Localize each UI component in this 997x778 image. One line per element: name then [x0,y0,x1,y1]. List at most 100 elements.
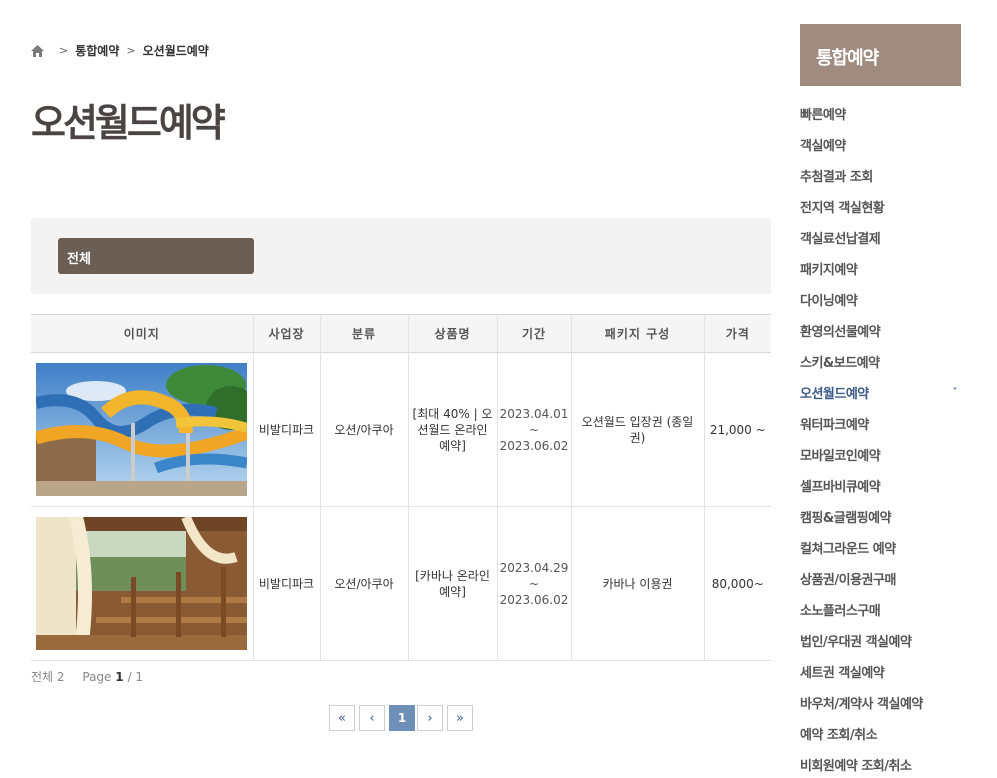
total-count: 2 [56,670,65,684]
page-label: Page [82,670,112,684]
sidebar-item-label: 전지역 객실현황 [800,201,885,216]
filter-area: 전체 [31,218,771,294]
sidebar-item[interactable]: 캠핑&글램핑예약 [800,501,961,532]
sidebar-item[interactable]: 추첨결과 조회 [800,160,961,191]
category-cell: 오션/아쿠아 [319,352,408,507]
sidebar-item[interactable]: 패키지예약 [800,253,961,284]
sidebar-item[interactable]: 객실료선납결제 [800,222,961,253]
sidebar-item[interactable]: 상품권/이용권구매 [800,563,961,594]
prev-page-button[interactable]: ‹ [359,705,385,731]
sidebar-item[interactable]: 바우처/계약사 객실예약 [800,687,961,718]
sidebar-item-label: 법인/우대권 객실예약 [800,635,912,650]
sidebar-item-label: 소노플러스구매 [800,604,881,619]
table-row[interactable]: 비발디파크 오션/아쿠아 [최대 40% | 오션월드 온라인 예약] 2023… [31,352,771,507]
total-pages: 1 [135,670,143,684]
sidebar-item-label: 상품권/이용권구매 [800,573,896,588]
header-category: 분류 [319,314,408,353]
sidebar-item-label: 셀프바비큐예약 [800,480,881,495]
sidebar-item-label: 추첨결과 조회 [800,170,873,185]
period-start: 2023.04.01 [499,406,569,421]
package-cell: 카바나 이용권 [570,506,704,661]
page-separator: / [127,670,132,684]
sidebar-item[interactable]: 세트권 객실예약 [800,656,961,687]
sidebar-title: 통합예약 [800,24,961,86]
image-cell[interactable] [31,506,253,661]
filter-all-button[interactable]: 전체 [58,238,254,274]
header-period: 기간 [496,314,571,353]
product-name-link[interactable]: [최대 40% | 오션월드 온라인 예약] [407,352,497,507]
current-page: 1 [115,670,124,684]
first-page-button[interactable]: « [329,705,355,731]
venue-cell: 비발디파크 [252,352,320,507]
waterslide-image[interactable] [36,363,248,496]
sidebar-item[interactable]: 비회원예약 조회/취소 [800,749,961,778]
sidebar-item[interactable]: 다이닝예약 [800,284,961,315]
sidebar-item[interactable]: 셀프바비큐예약 [800,470,961,501]
sidebar-item-label: 오션월드예약 [800,387,869,402]
sidebar-item-label: 환영의선물예약 [800,325,881,340]
price-cell: 21,000 ~ [703,352,771,507]
sidebar-item-label: 스키&보드예약 [800,356,880,371]
sidebar-item[interactable]: 워터파크예약 [800,408,961,439]
table-row[interactable]: 비발디파크 오션/아쿠아 [카바나 온라인 예약] 2023.04.29 ~ 2… [31,506,771,661]
package-cell: 오션월드 입장권 (종일권) [570,352,704,507]
sidebar-item-label: 패키지예약 [800,263,858,278]
sidebar-item[interactable]: 법인/우대권 객실예약 [800,625,961,656]
last-page-button[interactable]: » [447,705,473,731]
period-start: 2023.04.29 [499,560,569,575]
sidebar-item-label: 비회원예약 조회/취소 [800,759,912,774]
sidebar-item[interactable]: 환영의선물예약 [800,315,961,346]
period-cell: 2023.04.01 ~ 2023.06.02 [496,352,571,507]
sidebar-item[interactable]: 전지역 객실현황 [800,191,961,222]
sidebar-item-label: 세트권 객실예약 [800,666,885,681]
breadcrumb-item-reservation[interactable]: 통합예약 [75,42,119,59]
sidebar-item-label: 객실료선납결제 [800,232,881,247]
product-name-link[interactable]: [카바나 온라인 예약] [407,506,497,661]
table-header-row: 이미지 사업장 분류 상품명 기간 패키지 구성 가격 [31,314,771,353]
header-package: 패키지 구성 [570,314,704,353]
venue-cell: 비발디파크 [252,506,320,661]
total-info: 전체 2 Page 1 / 1 [31,668,143,685]
header-product: 상품명 [407,314,497,353]
breadcrumb-separator: > [126,44,136,57]
period-tilde: ~ [528,576,540,591]
sidebar-item-label: 모바일코인예약 [800,449,881,464]
header-price: 가격 [703,314,771,353]
home-icon[interactable] [31,44,44,57]
image-cell[interactable] [31,352,253,507]
pagination: « ‹ 1 › » [329,705,475,731]
sidebar-item-label: 예약 조회/취소 [800,728,878,743]
sidebar-item[interactable]: 예약 조회/취소 [800,718,961,749]
sidebar-item[interactable]: 빠른예약 [800,98,961,129]
breadcrumb-separator: > [59,44,69,57]
period-end: 2023.06.02 [499,438,569,453]
sidebar-item-label: 바우처/계약사 객실예약 [800,697,923,712]
sidebar-item-label: 워터파크예약 [800,418,869,433]
sidebar-item[interactable]: 스키&보드예약 [800,346,961,377]
page-1-button[interactable]: 1 [389,705,415,731]
sidebar-item[interactable]: 객실예약 [800,129,961,160]
price-cell: 80,000~ [703,506,771,661]
chevron-down-icon[interactable]: ˅ [953,387,958,398]
sidebar-item-label: 다이닝예약 [800,294,858,309]
period-tilde: ~ [528,422,540,437]
sidebar-item[interactable]: 모바일코인예약 [800,439,961,470]
sidebar-item-label: 캠핑&글램핑예약 [800,511,892,526]
sidebar-item-label: 빠른예약 [800,108,846,123]
period-end: 2023.06.02 [499,592,569,607]
header-venue: 사업장 [252,314,320,353]
total-label: 전체 [31,670,54,684]
sidebar-item-label: 객실예약 [800,139,846,154]
sidebar-item-label: 컬쳐그라운드 예약 [800,542,896,557]
sidebar-item[interactable]: 컬쳐그라운드 예약 [800,532,961,563]
cabana-image[interactable] [36,517,248,650]
sidebar-item[interactable]: 소노플러스구매 [800,594,961,625]
sidebar-item[interactable]: 오션월드예약 ˅ [800,377,961,408]
header-image: 이미지 [31,314,253,353]
next-page-button[interactable]: › [417,705,443,731]
breadcrumb-item-oceanworld[interactable]: 오션월드예약 [143,42,209,59]
sidebar-menu: 빠른예약객실예약추첨결과 조회전지역 객실현황객실료선납결제패키지예약다이닝예약… [800,98,961,778]
page-title: 오션월드예약 [31,101,226,145]
product-table: 이미지 사업장 분류 상품명 기간 패키지 구성 가격 비발디파크 오션/아쿠아… [31,314,771,661]
category-cell: 오션/아쿠아 [319,506,408,661]
